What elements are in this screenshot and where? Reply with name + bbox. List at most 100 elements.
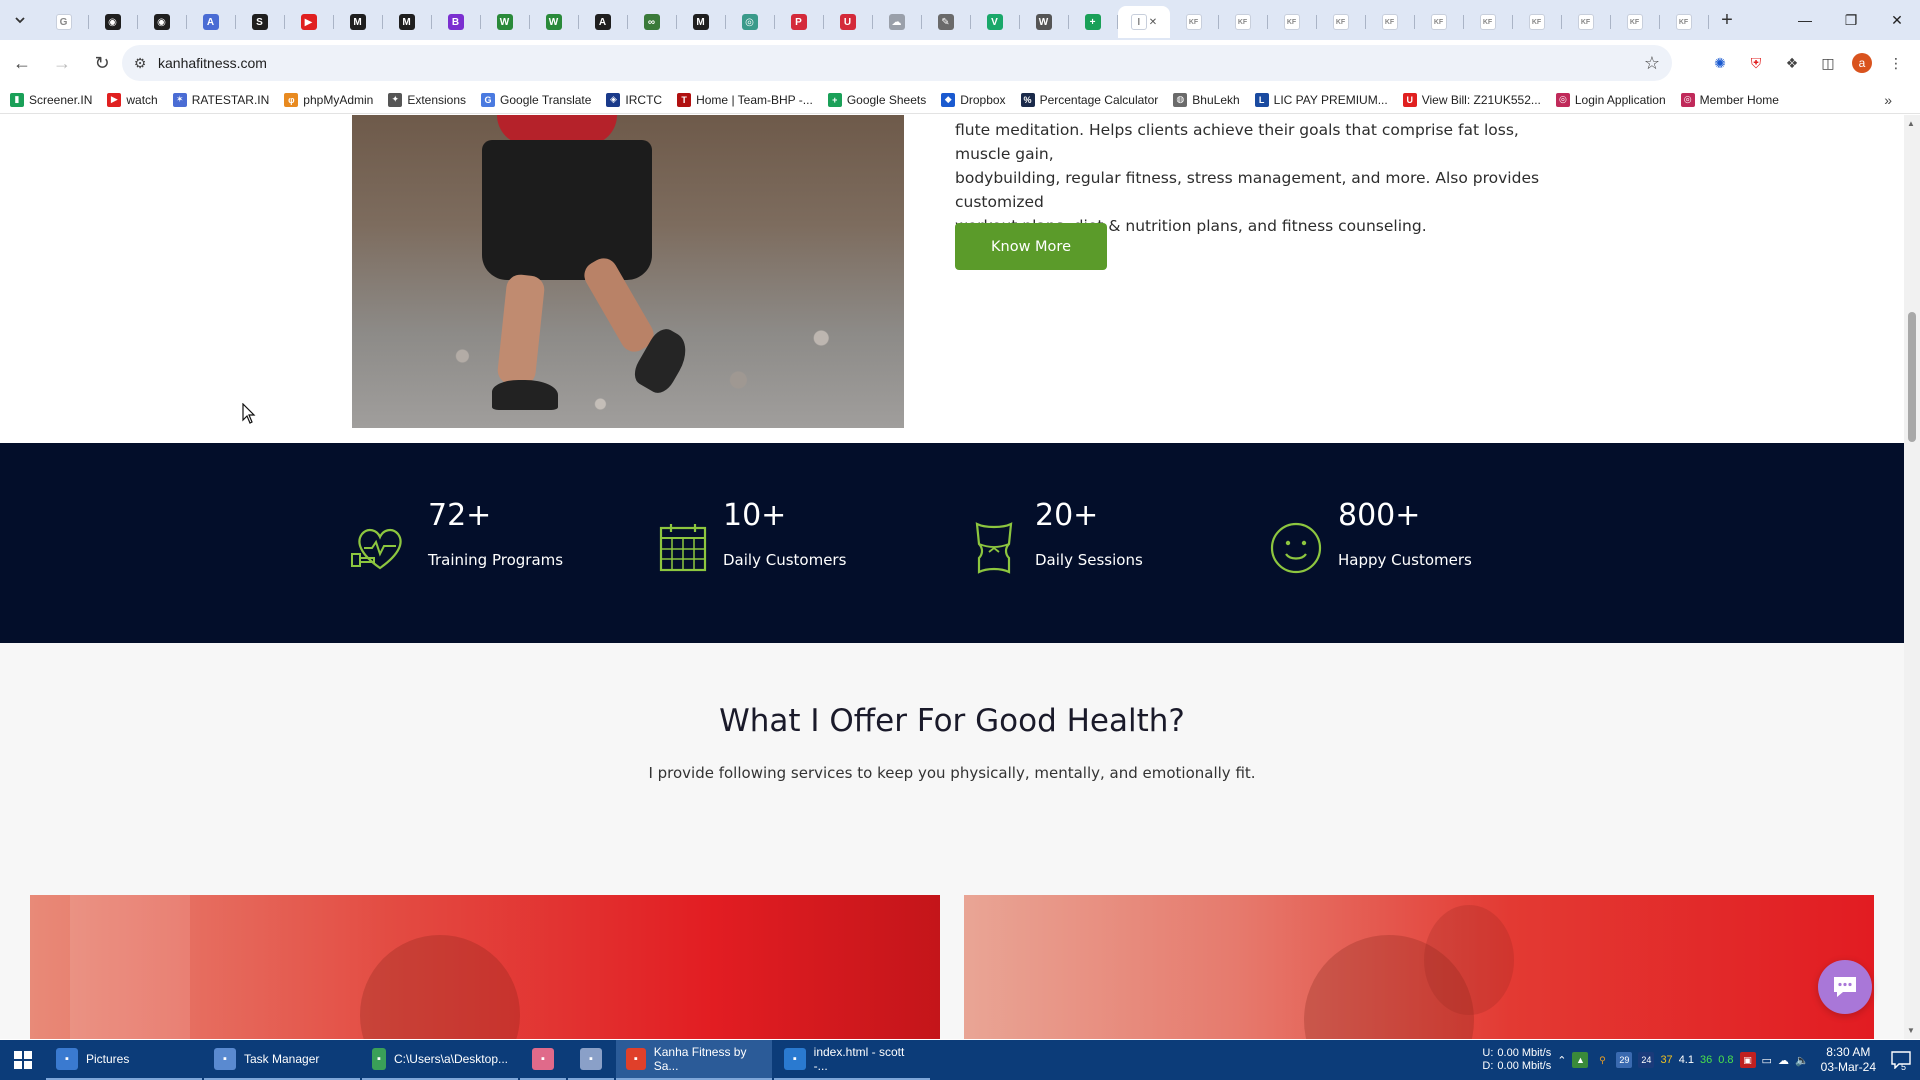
browser-tab[interactable]: KF [1464,6,1513,38]
address-bar[interactable]: ⚙ kanhafitness.com ☆ [122,45,1672,81]
site-info-icon[interactable]: ⚙ [122,55,158,72]
service-card[interactable] [964,895,1874,1039]
taskbar-app-button[interactable]: ▪ [520,1040,566,1080]
volume-icon[interactable]: 🔈 [1795,1054,1809,1067]
start-button[interactable] [0,1040,46,1080]
bookmark-item[interactable]: L LIC PAY PREMIUM... [1254,92,1388,107]
bookmark-item[interactable]: G Google Translate [481,92,591,107]
avatar[interactable]: a [1852,53,1872,73]
know-more-button[interactable]: Know More [955,223,1107,270]
bookmark-item[interactable]: ▶ watch [107,92,158,107]
bookmark-item[interactable]: U View Bill: Z21UK552... [1402,92,1541,107]
bookmark-item[interactable]: ✶ RATESTAR.IN [172,92,269,107]
about-line: flute meditation. Helps clients achieve … [955,121,1519,163]
bookmark-item[interactable]: ◆ Dropbox [941,92,1006,107]
browser-tab[interactable]: ☁ [873,6,922,38]
browser-tab[interactable]: G [40,6,89,38]
service-card[interactable] [30,895,940,1039]
browser-tab[interactable]: W [530,6,579,38]
stat-value: 10+ [723,498,787,533]
puzzle-icon[interactable]: ❖ [1780,51,1804,75]
minimize-button[interactable]: — [1782,0,1828,40]
bookmark-star-icon[interactable]: ☆ [1644,53,1660,74]
scroll-down-icon[interactable]: ▼ [1907,1026,1915,1035]
taskbar-app-button[interactable]: ▪ Task Manager [204,1040,360,1080]
tray-chevron-icon[interactable]: ⌃ [1557,1054,1566,1067]
bookmark-item[interactable]: ✦ Extensions [388,92,466,107]
side-panel-icon[interactable]: ◫ [1816,51,1840,75]
browser-tab[interactable]: KF [1611,6,1660,38]
browser-tab[interactable]: KF [1513,6,1562,38]
battery-icon[interactable]: ▭ [1762,1054,1772,1067]
browser-tab[interactable]: A [579,6,628,38]
taskbar-app-button[interactable]: ▪ Kanha Fitness by Sa... [616,1040,772,1080]
back-button[interactable]: ← [4,45,40,81]
browser-tab[interactable]: M [383,6,432,38]
tab-search-button[interactable] [0,0,40,40]
notification-center-button[interactable]: 5 [1888,1047,1914,1073]
bookmark-item[interactable]: T Home | Team-BHP -... [677,92,813,107]
taskbar-app-button[interactable]: ▪ [568,1040,614,1080]
browser-tab[interactable]: B [432,6,481,38]
tray-app-icon[interactable]: ▲ [1572,1052,1589,1068]
network-icon[interactable]: ☁ [1778,1054,1789,1067]
tray-number-badge[interactable]: 24 [1638,1052,1655,1068]
browser-tab[interactable]: ◉ [138,6,187,38]
restore-button[interactable]: ❐ [1828,0,1874,40]
taskbar-app-button[interactable]: ▪ index.html - scott -... [774,1040,930,1080]
clock[interactable]: 8:30 AM 03-Mar-24 [1821,1045,1876,1075]
taskbar-app-button[interactable]: ▪ C:\Users\a\Desktop... [362,1040,518,1080]
browser-tab[interactable]: ◎ [726,6,775,38]
close-window-button[interactable]: ✕ [1874,0,1920,40]
bookmark-item[interactable]: ◍ BhuLekh [1173,92,1240,107]
browser-tab[interactable]: KF [1562,6,1611,38]
bookmark-item[interactable]: % Percentage Calculator [1020,92,1158,107]
browser-tab[interactable]: S [236,6,285,38]
browser-tab[interactable]: U [824,6,873,38]
browser-tab[interactable]: W [481,6,530,38]
browser-tab[interactable]: A [187,6,236,38]
shield-icon[interactable]: ⛨ [1744,51,1768,75]
browser-tab[interactable]: ✎ [922,6,971,38]
browser-tab[interactable]: KF [1317,6,1366,38]
browser-tab[interactable]: P [775,6,824,38]
browser-tab[interactable]: KF [1660,6,1709,38]
tray-search-icon[interactable]: ⚲ [1594,1052,1610,1068]
bookmark-item[interactable]: φ phpMyAdmin [284,92,373,107]
browser-tab[interactable]: W [1020,6,1069,38]
bookmark-item[interactable]: + Google Sheets [827,92,926,107]
tray-number-badge[interactable]: 29 [1616,1052,1633,1068]
browser-tab[interactable]: KF [1415,6,1464,38]
page-scrollbar[interactable]: ▲ ▼ [1904,115,1920,1039]
forward-button[interactable]: → [44,45,80,81]
bookmarks-overflow-icon[interactable]: » [1884,92,1892,108]
browser-tab[interactable]: + [1069,6,1118,38]
browser-tab[interactable]: KF [1219,6,1268,38]
chat-widget-button[interactable] [1818,960,1872,1014]
browser-tab[interactable]: I ✕ [1118,6,1170,38]
browser-tab[interactable]: ◉ [89,6,138,38]
browser-tab[interactable]: KF [1170,6,1219,38]
browser-tab[interactable]: KF [1366,6,1415,38]
reload-button[interactable]: ↻ [84,45,120,81]
scroll-up-icon[interactable]: ▲ [1907,119,1915,128]
extension-icon[interactable]: ✺ [1708,51,1732,75]
browser-tab[interactable]: V [971,6,1020,38]
browser-tab[interactable]: ▶ [285,6,334,38]
url-text[interactable]: kanhafitness.com [158,55,267,71]
new-tab-button[interactable]: + [1709,4,1745,36]
bookmark-item[interactable]: ◎ Login Application [1555,92,1666,107]
browser-tab[interactable]: ∞ [628,6,677,38]
bookmark-item[interactable]: ▮ Screener.IN [10,92,92,107]
close-tab-icon[interactable]: ✕ [1149,17,1157,28]
browser-tab[interactable]: M [677,6,726,38]
browser-tab[interactable]: KF [1268,6,1317,38]
bookmark-item[interactable]: ◈ IRCTC [606,92,662,107]
bookmark-item[interactable]: ◎ Member Home [1680,92,1779,107]
browser-tab[interactable]: M [334,6,383,38]
tray-number: 36 [1699,1054,1713,1066]
taskbar-app-button[interactable]: ▪ Pictures [46,1040,202,1080]
menu-dots-icon[interactable]: ⋮ [1884,51,1908,75]
tray-app-icon[interactable]: ▣ [1739,1052,1756,1068]
scrollbar-thumb[interactable] [1908,312,1916,442]
